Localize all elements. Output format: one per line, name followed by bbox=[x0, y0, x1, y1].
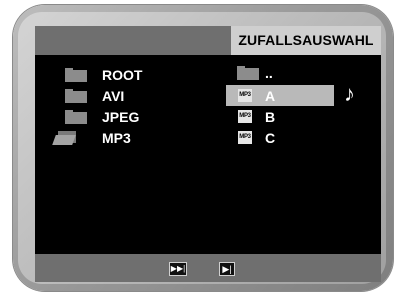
header-bar: ZUFALLSAUSWAHL bbox=[35, 26, 381, 55]
file-item-c[interactable]: MP3 C bbox=[238, 129, 333, 147]
folder-item-avi[interactable]: AVI bbox=[65, 87, 205, 105]
folder-icon bbox=[65, 89, 87, 103]
folder-label: ROOT bbox=[102, 67, 143, 83]
folder-icon bbox=[237, 66, 259, 80]
file-item-parent[interactable]: .. bbox=[237, 64, 337, 82]
mp3-file-icon: MP3 bbox=[238, 89, 252, 102]
folder-label: JPEG bbox=[102, 109, 140, 125]
file-item-a[interactable]: MP3 A bbox=[238, 87, 333, 105]
open-folder-icon bbox=[52, 131, 76, 145]
file-label: B bbox=[265, 109, 276, 125]
file-item-b[interactable]: MP3 B bbox=[238, 108, 333, 126]
folder-item-root[interactable]: ROOT bbox=[65, 66, 205, 84]
file-label: C bbox=[265, 130, 276, 146]
footer-bar: ▶▶| ▶| bbox=[35, 254, 381, 282]
folder-icon bbox=[65, 68, 87, 82]
music-note-icon: ♪ bbox=[344, 81, 355, 106]
file-label: A bbox=[265, 88, 276, 104]
step-forward-icon[interactable]: ▶| bbox=[219, 262, 235, 276]
file-label: .. bbox=[265, 65, 273, 81]
folder-item-jpeg[interactable]: JPEG bbox=[65, 108, 205, 126]
folder-label: AVI bbox=[102, 88, 125, 104]
folder-item-mp3[interactable]: MP3 bbox=[52, 129, 204, 147]
playback-mode-label: ZUFALLSAUSWAHL bbox=[231, 26, 381, 55]
mp3-file-icon: MP3 bbox=[238, 131, 252, 144]
folder-icon bbox=[65, 110, 87, 124]
folder-label: MP3 bbox=[102, 130, 131, 146]
mp3-file-icon: MP3 bbox=[238, 110, 252, 123]
osd-screen: ZUFALLSAUSWAHL ROOT AVI JPEG MP3 .. MP3 bbox=[35, 26, 381, 282]
skip-next-icon[interactable]: ▶▶| bbox=[169, 262, 187, 276]
